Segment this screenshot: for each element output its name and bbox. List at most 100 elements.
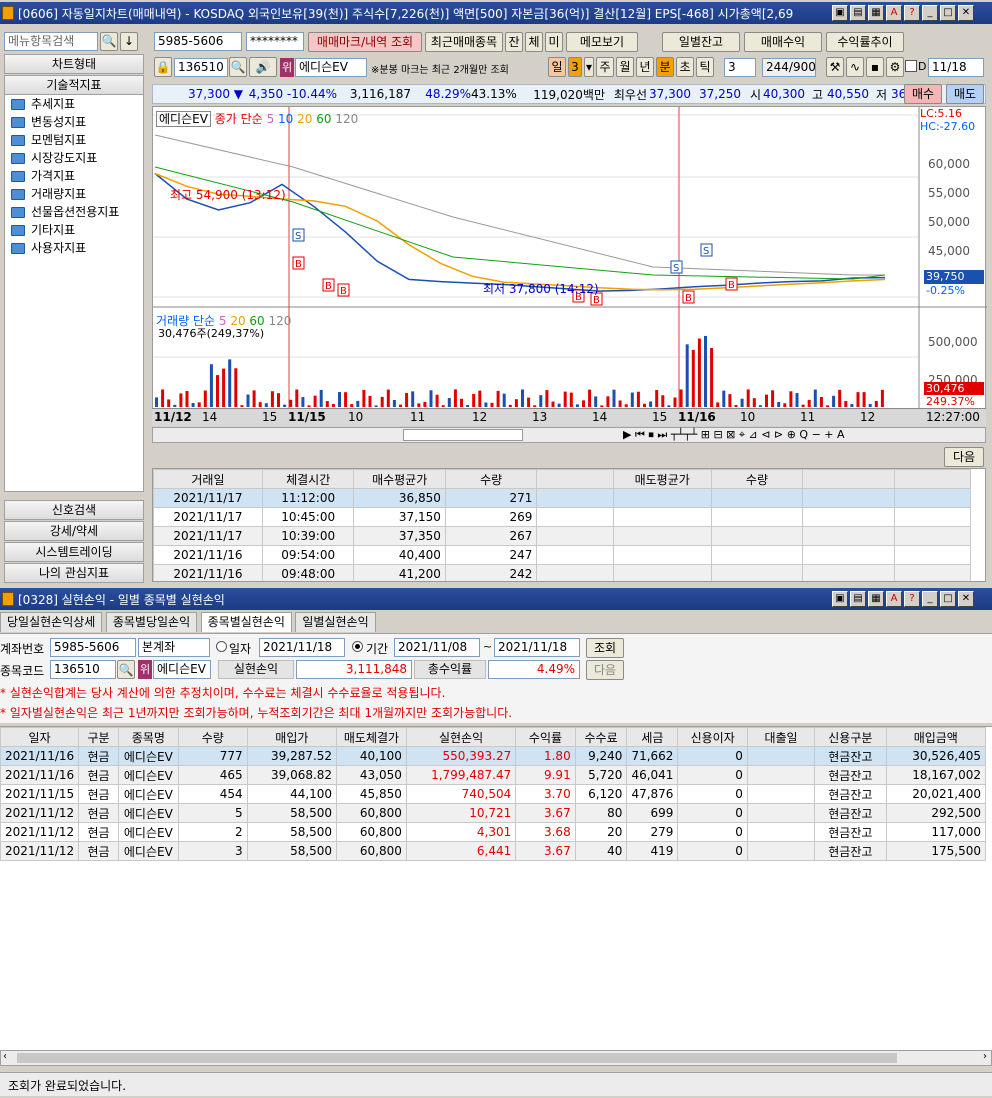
- tree-item[interactable]: 선물옵션전용지표: [5, 203, 143, 221]
- realized-col-header[interactable]: 일자: [0, 727, 80, 747]
- tab-stock-today[interactable]: 종목별당일손익: [105, 612, 198, 632]
- realized-col-header[interactable]: 구분: [78, 727, 119, 747]
- query-button[interactable]: 조회: [586, 638, 624, 658]
- signal-search-button[interactable]: 신호검색: [4, 500, 144, 520]
- top-window-titlebar[interactable]: [0606] 자동일지차트(매매내역) - KOSDAQ 외국인보유[39(천)…: [0, 2, 992, 24]
- tree-item[interactable]: 사용자지표: [5, 239, 143, 257]
- interval-select[interactable]: 3: [724, 58, 756, 77]
- bottom-window-titlebar[interactable]: [0328] 실현손익 - 일별 종목별 실현손익 ▣ ▤ ▦ A ? _ □ …: [0, 588, 992, 610]
- save-icon[interactable]: ▪: [866, 57, 884, 77]
- chart-type-button[interactable]: 차트형태: [4, 54, 144, 74]
- period-second[interactable]: 초: [676, 57, 694, 77]
- tab-daily-realized[interactable]: 일별실현손익: [295, 612, 376, 632]
- table-row[interactable]: 2021/11/12 현금 에디슨EV 5 58,500 60,800 10,721 3.67…: [0, 803, 987, 823]
- date-checkbox[interactable]: [905, 60, 917, 72]
- scroll-thumb[interactable]: [403, 429, 523, 441]
- date-radio[interactable]: [216, 641, 227, 652]
- maximize-button[interactable]: □: [940, 5, 956, 21]
- tree-item[interactable]: 거래량지표: [5, 185, 143, 203]
- help-icon[interactable]: ?: [904, 5, 920, 21]
- realized-col-header[interactable]: 세금: [626, 727, 679, 747]
- realized-col-header[interactable]: 매도체결가: [336, 727, 407, 747]
- realized-col-header[interactable]: 매입가: [246, 727, 338, 747]
- from-date-field[interactable]: 2021/11/08: [394, 638, 480, 657]
- chart-scrollbar[interactable]: ▶ ⏮ ⏹ ⏭ ┬┴┬┴ ⊞ ⊟ ⊠ ⌖ ⊿ ⊲ ⊳ ⊕ Q − + A: [152, 427, 986, 443]
- sell-marker[interactable]: S: [700, 243, 713, 257]
- trade-col-header[interactable]: 수량: [444, 469, 538, 489]
- realized-col-header[interactable]: 대출일: [746, 727, 816, 747]
- period-day[interactable]: 일: [548, 57, 566, 77]
- realized-col-header[interactable]: 수수료: [574, 727, 628, 747]
- buy-marker[interactable]: B: [725, 277, 738, 291]
- daily-balance-button[interactable]: 일별잔고: [662, 32, 740, 52]
- to-date-field[interactable]: 2021/11/18: [494, 638, 580, 657]
- sell-marker[interactable]: S: [670, 260, 683, 274]
- down-arrow-icon[interactable]: ↓: [120, 32, 138, 51]
- period-month[interactable]: 월: [616, 57, 634, 77]
- tab-today-detail[interactable]: 당일실현손익상세: [0, 612, 103, 632]
- stock-code-input[interactable]: 136510: [174, 58, 228, 77]
- single-date-field[interactable]: 2021/11/18: [259, 638, 345, 657]
- unfilled-toggle[interactable]: 미: [545, 32, 563, 52]
- search-icon[interactable]: 🔍: [100, 32, 118, 51]
- recent-stocks-button[interactable]: 최근매매종목: [425, 32, 503, 52]
- next-button[interactable]: 다음: [586, 660, 624, 680]
- code-input[interactable]: 136510: [50, 660, 116, 679]
- scroll-thumb[interactable]: [17, 1053, 897, 1063]
- font-icon[interactable]: A: [886, 5, 902, 21]
- password-field[interactable]: ********: [246, 32, 304, 51]
- realized-col-header[interactable]: 종목명: [117, 727, 179, 747]
- memo-button[interactable]: 메모보기: [566, 32, 638, 52]
- return-trend-button[interactable]: 수익률추이: [826, 32, 904, 52]
- link-icon[interactable]: ▤: [850, 5, 866, 21]
- tab-stock-realized[interactable]: 종목별실현손익: [200, 612, 292, 632]
- dropdown-icon[interactable]: ▾: [584, 57, 594, 77]
- tree-item[interactable]: 모멘텀지표: [5, 131, 143, 149]
- trade-mark-button[interactable]: 매매마크/내역 조회: [308, 32, 422, 52]
- realized-col-header[interactable]: 신용구분: [814, 727, 887, 747]
- table-row[interactable]: 2021/11/16 현금 에디슨EV 777 39,287.52 40,100 550,3…: [0, 746, 987, 766]
- trade-col-header[interactable]: 수량: [710, 469, 804, 489]
- close-button[interactable]: ✕: [958, 591, 974, 607]
- realized-col-header[interactable]: 신용이자: [677, 727, 748, 747]
- buy-marker[interactable]: B: [337, 283, 350, 297]
- search-icon[interactable]: 🔍: [229, 57, 247, 77]
- minimize-button[interactable]: _: [922, 591, 938, 607]
- table-row[interactable]: 2021/11/17 10:39:00 37,350 267: [153, 526, 972, 546]
- period-tick[interactable]: 틱: [696, 57, 714, 77]
- table-row[interactable]: 2021/11/16 현금 에디슨EV 465 39,068.82 43,050 1,799…: [0, 765, 987, 785]
- account-select[interactable]: 5985-5606: [50, 638, 136, 657]
- trade-col-header[interactable]: 매수평균가: [353, 469, 446, 489]
- count-field[interactable]: 244/900: [762, 58, 816, 77]
- realized-col-header[interactable]: 수량: [177, 727, 248, 747]
- tree-item[interactable]: 변동성지표: [5, 113, 143, 131]
- period-minute[interactable]: 분: [656, 57, 674, 77]
- date-field[interactable]: 11/18: [928, 58, 984, 77]
- buy-marker[interactable]: B: [322, 278, 335, 292]
- speaker-icon[interactable]: 🔊: [249, 57, 277, 77]
- tool-icon[interactable]: ⚒: [826, 57, 844, 77]
- period-week[interactable]: 주: [596, 57, 614, 77]
- trade-col-header[interactable]: [893, 469, 972, 489]
- tree-item[interactable]: 시장강도지표: [5, 149, 143, 167]
- strength-button[interactable]: 강세/약세: [4, 521, 144, 541]
- trade-col-header[interactable]: 체결시간: [261, 469, 355, 489]
- trade-col-header[interactable]: [802, 469, 895, 489]
- period-radio[interactable]: [352, 641, 363, 652]
- close-button[interactable]: ✕: [958, 5, 974, 21]
- layout-icon[interactable]: ▣: [832, 5, 848, 21]
- help-icon[interactable]: ?: [904, 591, 920, 607]
- menu-search-input[interactable]: 메뉴항목검색: [4, 32, 98, 51]
- sell-marker[interactable]: S: [292, 228, 305, 242]
- period-day-count[interactable]: 3: [568, 57, 582, 77]
- exec-toggle[interactable]: 체: [525, 32, 543, 52]
- balance-toggle[interactable]: 잔: [505, 32, 523, 52]
- layout-icon[interactable]: ▣: [832, 591, 848, 607]
- my-indicator-button[interactable]: 나의 관심지표: [4, 563, 144, 583]
- chart-nav-icons[interactable]: ▶ ⏮ ⏹ ⏭ ┬┴┬┴ ⊞ ⊟ ⊠ ⌖ ⊿ ⊲ ⊳ ⊕ Q − + A: [623, 428, 845, 442]
- buy-marker[interactable]: B: [682, 290, 695, 304]
- table-row[interactable]: 2021/11/17 11:12:00 36,850 271: [153, 488, 972, 508]
- sell-button[interactable]: 매도: [946, 84, 984, 104]
- trade-col-header[interactable]: 거래일: [153, 469, 263, 489]
- price-chart[interactable]: SBBBBBSBSB: [152, 106, 987, 426]
